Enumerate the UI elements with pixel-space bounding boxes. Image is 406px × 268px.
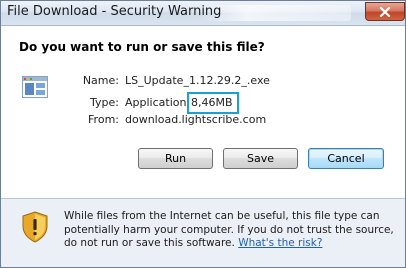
from-label: From: bbox=[88, 113, 119, 126]
save-button[interactable]: Save bbox=[223, 148, 298, 169]
close-icon bbox=[379, 6, 391, 17]
name-label: Name: bbox=[82, 74, 119, 87]
security-warning-text: While files from the Internet can be use… bbox=[64, 210, 396, 251]
close-button[interactable] bbox=[365, 2, 405, 21]
whats-the-risk-link[interactable]: What's the risk? bbox=[238, 237, 322, 249]
security-shield-icon bbox=[22, 211, 48, 243]
type-label: Type: bbox=[90, 96, 119, 109]
file-name-value: LS_Update_1.12.29.2_.exe bbox=[125, 74, 270, 87]
window-title: File Download - Security Warning bbox=[7, 4, 222, 19]
warning-message: While files from the Internet can be use… bbox=[64, 210, 394, 249]
file-type-value: Application, bbox=[125, 96, 190, 109]
dialog-question: Do you want to run or save this file? bbox=[19, 40, 265, 54]
application-icon bbox=[22, 76, 48, 98]
cancel-button[interactable]: Cancel bbox=[308, 148, 384, 169]
file-download-dialog: File Download - Security Warning Do you … bbox=[0, 0, 406, 268]
security-warning-panel: While files from the Internet can be use… bbox=[1, 199, 405, 267]
file-size-highlight: 8,46MB bbox=[187, 92, 239, 114]
run-button[interactable]: Run bbox=[138, 148, 213, 169]
file-source-value: download.lightscribe.com bbox=[125, 113, 267, 126]
title-bar-glare bbox=[201, 5, 351, 21]
dialog-body: Do you want to run or save this file? Na… bbox=[1, 26, 405, 198]
title-bar[interactable]: File Download - Security Warning bbox=[1, 1, 405, 26]
